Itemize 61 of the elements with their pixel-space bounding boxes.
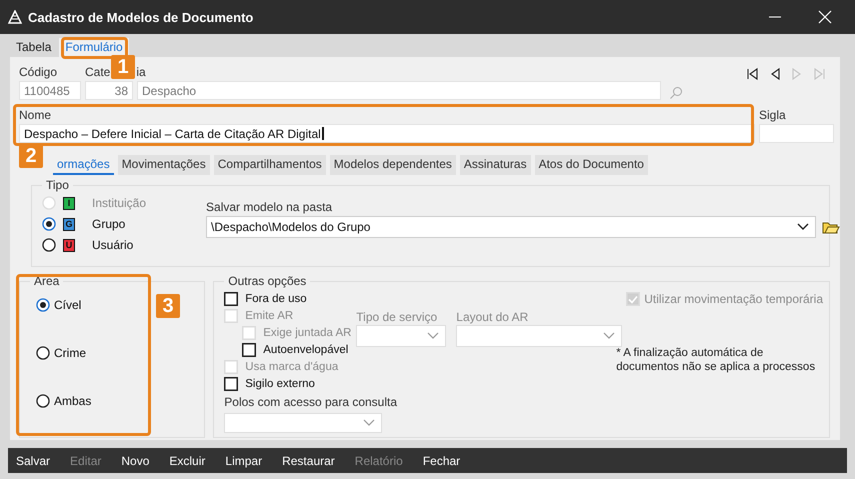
field-label: Código <box>19 65 58 79</box>
tab[interactable]: Movimentações <box>118 155 210 175</box>
first-record-icon[interactable] <box>746 67 760 81</box>
code-field[interactable]: 1100485 <box>19 81 81 100</box>
checkbox-label: Fora de uso <box>245 293 307 305</box>
checkbox-label: Autoenvelopável <box>263 344 348 356</box>
field-label: Polos com acesso para consulta <box>224 395 398 410</box>
tab[interactable]: Tabela <box>10 38 58 57</box>
checkbox-label: Emite AR <box>245 310 294 322</box>
checkbox-label: Utilizar movimentação temporária <box>644 292 823 306</box>
name-field[interactable]: Despacho – Defere Inicial – Carta de Citação AR Digital <box>19 124 755 143</box>
note-text: * A finalização automática de documentos não se aplica a processos <box>616 346 816 374</box>
toolbar-button[interactable]: Limpar <box>225 454 262 468</box>
tab[interactable]: Assinaturas <box>460 155 531 175</box>
checkbox-label: Exige juntada AR <box>263 327 352 339</box>
callout-badge: 3 <box>156 294 180 318</box>
radio-label: Ambas <box>54 394 92 408</box>
type-letter-icon: I <box>63 196 75 210</box>
field-label: Nome <box>19 108 52 122</box>
tab[interactable]: Modelos dependentes <box>330 155 456 175</box>
radio-label: Usuário <box>92 238 134 252</box>
callout-badge: 1 <box>111 55 135 79</box>
field-label: Salvar modelo na pasta <box>206 200 334 214</box>
radio-button[interactable] <box>36 346 50 360</box>
category-field[interactable]: Despacho <box>137 81 661 100</box>
app-logo-icon <box>8 10 22 24</box>
field-label: Tipo de serviço <box>356 310 438 324</box>
toolbar-button[interactable]: Restaurar <box>282 454 335 468</box>
radio-button[interactable] <box>42 238 56 252</box>
toolbar-button[interactable]: Salvar <box>16 454 50 468</box>
folder-select[interactable]: \Despacho\Modelos do Grupo <box>206 216 816 238</box>
group-title: Outras opções <box>224 274 310 288</box>
radio-label: Instituição <box>92 196 146 210</box>
minimize-icon[interactable] <box>769 16 781 18</box>
toolbar-button[interactable]: Excluir <box>169 454 206 468</box>
category-code-field[interactable]: 38 <box>85 81 133 100</box>
acronym-field[interactable] <box>759 124 834 143</box>
checkbox-label: Sigilo externo <box>245 378 315 390</box>
checkbox[interactable] <box>224 377 238 391</box>
tab[interactable]: Atos do Documento <box>534 155 648 175</box>
toolbar-button[interactable]: Fechar <box>422 454 460 468</box>
window-title: Cadastro de Modelos de Documento <box>28 10 254 24</box>
radio-label: Cível <box>54 298 82 312</box>
radio-label: Grupo <box>92 217 126 231</box>
radio-button[interactable] <box>36 298 50 312</box>
radio-button[interactable] <box>42 217 56 231</box>
close-icon[interactable] <box>818 10 832 24</box>
checkbox-label: Usa marca d'água <box>245 361 338 373</box>
group-title: Tipo <box>42 178 73 192</box>
type-letter-icon: G <box>63 218 75 230</box>
field-label: Cate <box>85 65 110 79</box>
radio-button[interactable] <box>36 394 50 408</box>
callout-badge: 2 <box>19 144 43 168</box>
tab[interactable]: Compartilhamentos <box>214 155 326 175</box>
field-label: ia <box>136 65 146 79</box>
radio-label: Crime <box>54 346 86 360</box>
type-letter-icon: U <box>63 238 75 252</box>
checkbox[interactable] <box>224 292 238 306</box>
field-label: Sigla <box>759 108 787 122</box>
toolbar-button[interactable]: Novo <box>121 454 150 468</box>
field-label: Layout do AR <box>456 310 530 324</box>
